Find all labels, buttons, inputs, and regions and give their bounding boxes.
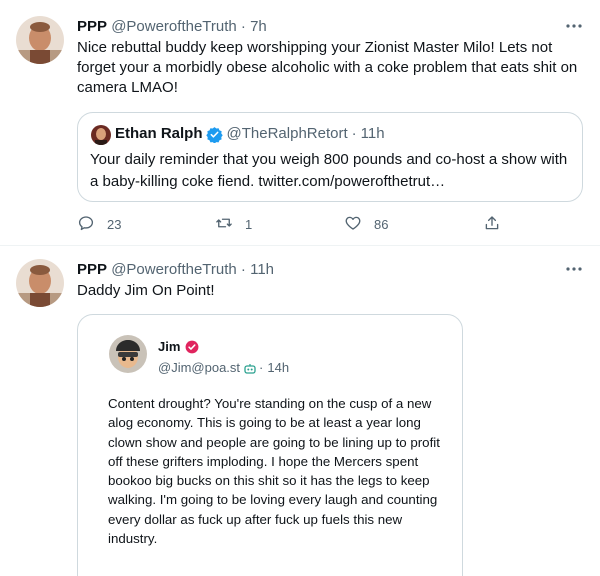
separator: · [240,261,246,278]
author-handle[interactable]: @PoweroftheTruth [111,18,237,35]
embedded-post-image[interactable]: Jim @Jim@poa.st · 14h Content drought? Y… [77,314,463,576]
separator: · [351,125,357,142]
embedded-text: Content drought? You're standing on the … [108,396,440,547]
more-icon[interactable] [564,259,584,279]
author-handle[interactable]: @PoweroftheTruth [111,261,237,278]
tweet-time[interactable]: 7h [250,18,267,35]
embedded-author-row: Jim [158,338,199,356]
like-count: 86 [374,216,389,232]
quoted-handle: @TheRalphRetort [226,125,348,142]
embedded-avatar [109,335,147,373]
separator: · [240,18,246,35]
reply-count: 23 [107,216,122,232]
verified-icon [185,340,199,354]
verified-icon [205,126,223,143]
quoted-tweet[interactable]: Ethan Ralph @TheRalphRetort · 11h Your d… [77,112,583,202]
more-icon[interactable] [564,16,584,36]
tweet-time[interactable]: 11h [250,261,274,278]
quoted-avatar [91,125,111,145]
quoted-time: 11h [360,125,385,142]
tweet-header: PPP @PoweroftheTruth · 7h [77,17,267,37]
quoted-author-name: Ethan Ralph [115,125,203,142]
retweet-icon [215,214,233,235]
separator: · [259,360,264,375]
reply-button[interactable]: 23 [77,212,121,236]
quoted-text: Your daily reminder that you weigh 800 p… [90,151,568,190]
share-icon [483,214,501,235]
avatar[interactable] [16,259,64,307]
quoted-header: Ethan Ralph @TheRalphRetort · 11h [115,124,385,144]
embedded-author-name: Jim [158,339,181,354]
tweet-text: Nice rebuttal buddy keep worshipping you… [77,39,578,96]
embedded-time: 14h [267,360,290,375]
bot-icon [244,362,256,374]
embedded-handle: @Jim@poa.st [158,360,241,375]
reply-icon [77,214,95,235]
share-button[interactable] [483,212,501,236]
like-button[interactable]: 86 [344,212,388,236]
retweet-count: 1 [245,216,253,232]
author-name[interactable]: PPP [77,18,107,35]
like-icon [344,214,362,235]
action-bar: 23 1 86 [77,212,507,236]
tweet[interactable]: PPP @PoweroftheTruth · 11h Daddy Jim On … [0,247,600,576]
retweet-button[interactable]: 1 [215,212,252,236]
tweet-header: PPP @PoweroftheTruth · 11h [77,260,274,280]
author-name[interactable]: PPP [77,261,107,278]
avatar[interactable] [16,16,64,64]
tweet-text: Daddy Jim On Point! [77,282,215,299]
embedded-handle-row: @Jim@poa.st · 14h [158,359,289,377]
tweet[interactable]: PPP @PoweroftheTruth · 7h Nice rebuttal … [0,0,600,246]
